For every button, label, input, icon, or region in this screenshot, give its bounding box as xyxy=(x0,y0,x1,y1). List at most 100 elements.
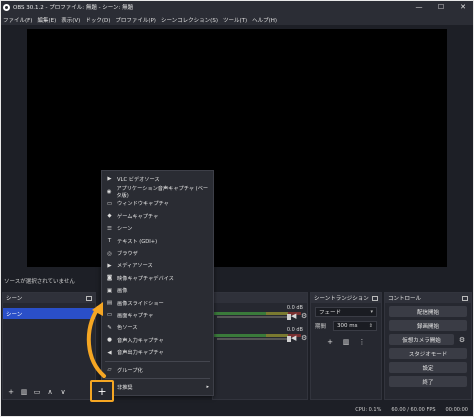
menu-item-image[interactable]: ▣ 画像 xyxy=(102,285,213,297)
menu-help[interactable]: ヘルプ(H) xyxy=(252,16,277,24)
trash-icon[interactable]: ▥ xyxy=(341,337,351,346)
menu-item-vlc-source[interactable]: ▶ VLC ビデオソース xyxy=(102,173,213,185)
speaker-icon[interactable]: ◀ xyxy=(291,334,296,342)
stepper-icon: ⇕ xyxy=(368,323,373,329)
menu-view[interactable]: 表示(V) xyxy=(61,16,80,24)
menu-item-display-capture[interactable]: ▭ 画面キャプチャ xyxy=(102,309,213,321)
status-bar: CPU: 0.1% 60.00 / 60.00 FPS 00:00:00 xyxy=(0,402,474,417)
add-source-button[interactable]: + xyxy=(90,380,114,402)
window-title: OBS 30.1.2 - プロファイル: 無題 - シーン: 無題 xyxy=(13,5,134,11)
gear-icon[interactable]: ⚙ xyxy=(457,335,467,345)
undock-icon[interactable] xyxy=(462,295,468,301)
menu-item-video-capture-device[interactable]: ◙ 映像キャプチャデバイス xyxy=(102,272,213,284)
menu-item-group[interactable]: ▱ グループ化 xyxy=(102,364,213,376)
mic-icon: ● xyxy=(107,337,112,344)
exit-button[interactable]: 終了 xyxy=(389,376,467,387)
undock-icon[interactable] xyxy=(372,295,378,301)
no-source-selected-label: ソースが選択されていません xyxy=(4,279,75,285)
transitions-dock: シーントランジション フェード ▾ 期間 300 ms ⇕ + ▥ ⋮ xyxy=(310,292,382,400)
gear-icon[interactable]: ⚙ xyxy=(301,312,307,320)
start-streaming-button[interactable]: 配信開始 xyxy=(389,306,467,317)
fps-readout: 60.00 / 60.00 FPS xyxy=(391,406,436,413)
db-readout: 0.0 dB xyxy=(286,305,303,311)
image-icon: ▣ xyxy=(106,287,113,294)
obs-logo-icon xyxy=(3,3,10,11)
menu-item-text-gdi[interactable]: T テキスト (GDI+) xyxy=(102,235,213,247)
menu-item-browser[interactable]: ◎ ブラウザ xyxy=(102,247,213,259)
camera-icon: ◙ xyxy=(106,275,113,282)
settings-button[interactable]: 設定 xyxy=(389,362,467,373)
menu-item-color-source[interactable]: ✎ 色ソース xyxy=(102,322,213,334)
db-readout: 0.0 dB xyxy=(286,327,303,333)
volume-slider[interactable] xyxy=(217,336,291,342)
menu-item-scene[interactable]: ☰ シーン xyxy=(102,223,213,235)
maximize-button[interactable]: ☐ xyxy=(430,0,452,14)
transitions-dock-title: シーントランジション xyxy=(314,296,369,302)
move-down-button[interactable]: ∨ xyxy=(58,387,68,396)
folder-icon: ▱ xyxy=(107,367,112,374)
menu-docks[interactable]: ドック(D) xyxy=(85,16,110,24)
close-button[interactable]: ✕ xyxy=(452,0,474,14)
start-recording-button[interactable]: 録画開始 xyxy=(389,320,467,331)
title-bar: OBS 30.1.2 - プロファイル: 無題 - シーン: 無題 — ☐ ✕ xyxy=(0,0,474,14)
transition-select[interactable]: フェード ▾ xyxy=(315,307,377,317)
move-up-button[interactable]: ∧ xyxy=(45,387,55,396)
window-icon: ▭ xyxy=(106,200,113,207)
add-scene-button[interactable]: + xyxy=(6,387,16,396)
source-toolbar: ソースが選択されていません xyxy=(0,275,474,287)
scene-list-item[interactable]: シーン xyxy=(3,308,95,319)
globe-icon: ◎ xyxy=(107,250,112,257)
controls-dock-title: コントロール xyxy=(388,296,422,302)
duration-label: 期間 xyxy=(315,324,327,330)
filter-icon[interactable]: ▭ xyxy=(32,387,42,396)
menu-edit[interactable]: 編集(E) xyxy=(37,16,56,24)
cpu-usage: CPU: 0.1% xyxy=(355,406,382,413)
start-virtual-camera-button[interactable]: 仮想カメラ開始 xyxy=(389,334,454,345)
volume-slider[interactable] xyxy=(217,314,291,320)
menu-item-audio-input-capture[interactable]: ● 音声入力キャプチャ xyxy=(102,334,213,346)
duration-spinbox[interactable]: 300 ms ⇕ xyxy=(333,321,377,331)
chevron-down-icon: ▾ xyxy=(370,309,373,315)
session-timer: 00:00:00 xyxy=(445,406,468,413)
scenes-dock: シーン シーン + ▥ ▭ ∧ ∨ xyxy=(2,292,96,400)
add-transition-button[interactable]: + xyxy=(325,337,335,346)
menu-item-deprecated[interactable]: 非推奨 ▸ xyxy=(102,381,213,393)
menu-item-app-audio-capture[interactable]: ◉ アプリケーション音声キャプチャ (ベータ版) xyxy=(102,185,213,199)
undock-icon[interactable] xyxy=(86,295,92,301)
menu-item-window-capture[interactable]: ▭ ウィンドウキャプチャ xyxy=(102,198,213,210)
add-source-menu: ▶ VLC ビデオソース ◉ アプリケーション音声キャプチャ (ベータ版) ▭ ウィン… xyxy=(101,170,214,396)
minimize-button[interactable]: — xyxy=(408,0,430,14)
menu-file[interactable]: ファイル(F) xyxy=(3,16,32,24)
media-icon: ▶ xyxy=(107,262,112,269)
menu-profile[interactable]: プロファイル(P) xyxy=(115,16,156,24)
trash-icon[interactable]: ▥ xyxy=(19,387,29,396)
mixer-channel: 0.0 dB ◀ ⚙ xyxy=(213,303,307,325)
studio-mode-button[interactable]: スタジオモード xyxy=(389,348,467,359)
gear-icon[interactable]: ⚙ xyxy=(301,334,307,342)
audio-mixer-dock: 0.0 dB ◀ ⚙ 0.0 dB ◀ ⚙ xyxy=(212,292,308,400)
list-icon: ☰ xyxy=(107,225,112,232)
gamepad-icon: ◆ xyxy=(107,213,112,220)
more-options-icon[interactable]: ⋮ xyxy=(357,337,367,346)
brush-icon: ✎ xyxy=(107,324,112,331)
menu-item-image-slideshow[interactable]: ▤ 画像スライドショー xyxy=(102,297,213,309)
play-icon: ▶ xyxy=(107,176,112,183)
monitor-icon: ▭ xyxy=(106,312,113,319)
app-audio-icon: ◉ xyxy=(106,188,112,195)
menu-item-audio-output-capture[interactable]: ◀ 音声出力キャプチャ xyxy=(102,346,213,358)
scenes-dock-title: シーン xyxy=(6,296,23,302)
menu-item-media-source[interactable]: ▶ メディアソース xyxy=(102,260,213,272)
slideshow-icon: ▤ xyxy=(106,300,113,307)
preview-canvas[interactable] xyxy=(27,29,447,267)
speaker-icon[interactable]: ◀ xyxy=(291,312,296,320)
menu-item-game-capture[interactable]: ◆ ゲームキャプチャ xyxy=(102,210,213,222)
controls-dock: コントロール 配信開始 録画開始 仮想カメラ開始 ⚙ スタジオモード 設定 終了 xyxy=(384,292,472,400)
submenu-arrow-icon: ▸ xyxy=(206,384,209,391)
menu-separator xyxy=(105,378,210,380)
mixer-channel: 0.0 dB ◀ ⚙ xyxy=(213,325,307,347)
menu-tools[interactable]: ツール(T) xyxy=(223,16,247,24)
speaker-icon: ◀ xyxy=(107,349,112,356)
menu-scene-collection[interactable]: シーンコレクション(S) xyxy=(161,16,218,24)
text-icon: T xyxy=(107,238,112,245)
menu-bar: ファイル(F) 編集(E) 表示(V) ドック(D) プロファイル(P) シーン… xyxy=(0,14,474,25)
